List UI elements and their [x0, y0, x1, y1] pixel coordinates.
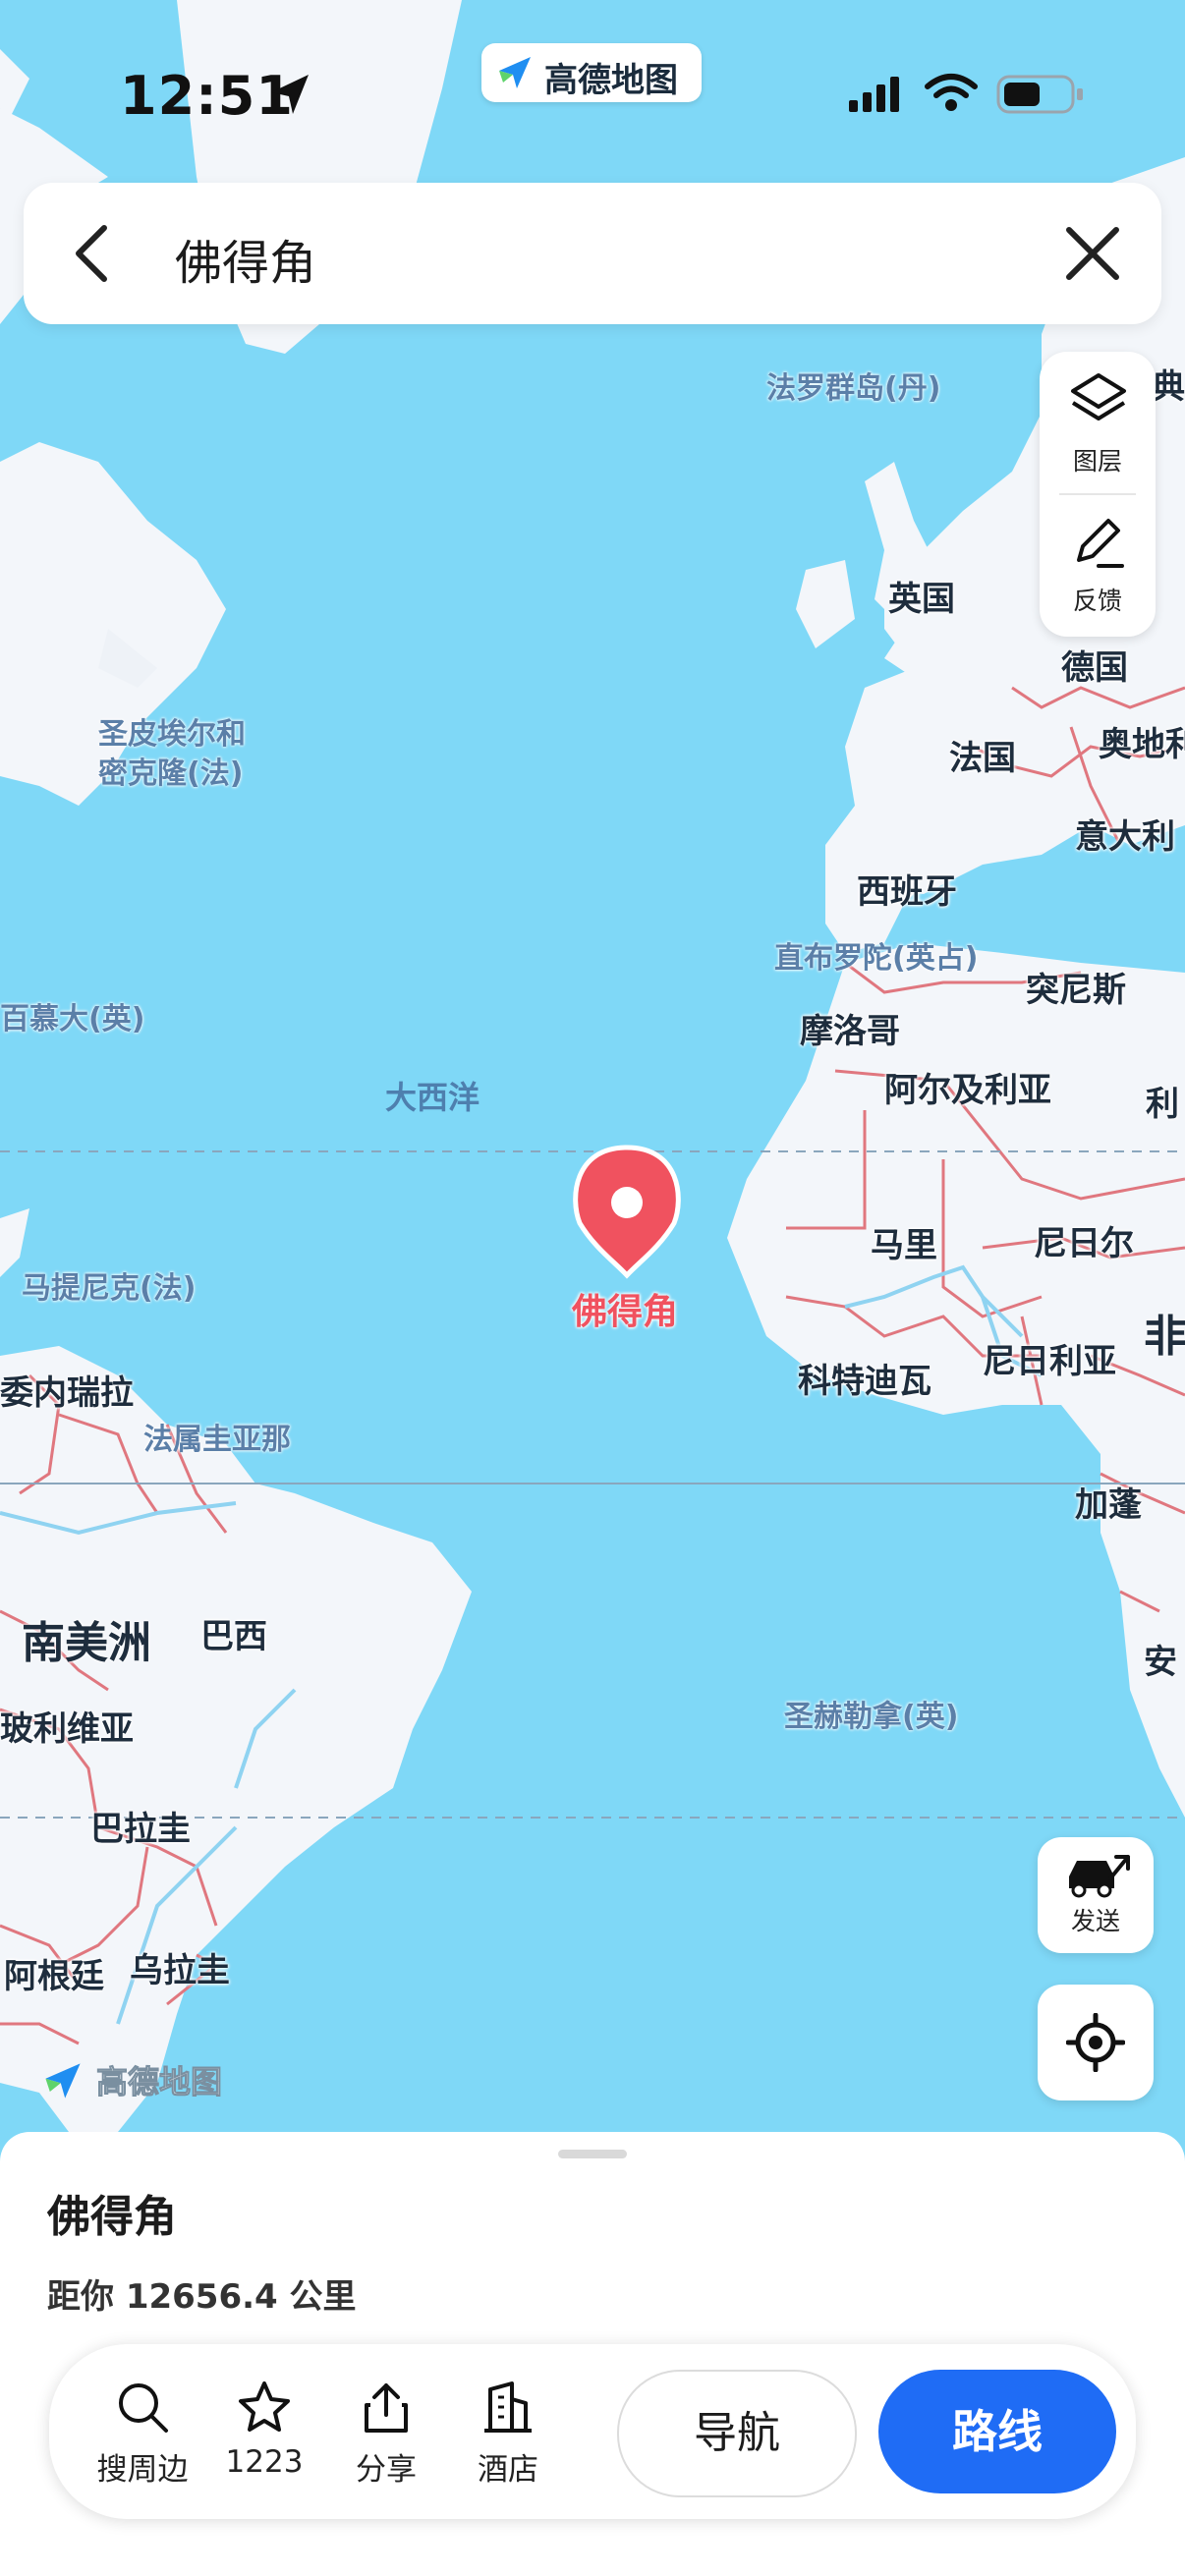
status-bar: 12:51 高德地图	[0, 0, 1185, 187]
layers-label: 图层	[1072, 447, 1122, 476]
map-label-angola: 安	[1144, 1643, 1177, 1682]
car-send-icon	[1069, 1855, 1130, 1898]
map-label-spain: 西班牙	[857, 872, 957, 912]
search-bar[interactable]: 佛得角	[24, 183, 1161, 324]
amap-watermark-icon	[45, 2063, 81, 2099]
map-label-mali: 马里	[871, 1226, 937, 1265]
app-pill-label: 高德地图	[544, 61, 678, 100]
search-query[interactable]: 佛得角	[175, 224, 316, 293]
map-label-france: 法国	[949, 739, 1016, 778]
search-icon	[119, 2383, 168, 2433]
battery-icon	[996, 75, 1083, 114]
map-label-uk: 英国	[888, 580, 955, 619]
wifi-icon	[925, 74, 978, 111]
map-watermark: 高德地图	[41, 2057, 257, 2102]
locate-icon	[1066, 2013, 1125, 2072]
map-label-libya: 利	[1146, 1085, 1179, 1124]
app-return-pill[interactable]: 高德地图	[481, 43, 702, 102]
map-label-africa: 非	[1144, 1312, 1185, 1362]
marker-label[interactable]: 佛得角	[572, 1283, 678, 1334]
map-label-venezuela: 委内瑞拉	[0, 1373, 134, 1413]
map-label-cote-divoire: 科特迪瓦	[798, 1362, 931, 1401]
map-label-bolivia: 玻利维亚	[0, 1709, 134, 1749]
share-icon	[365, 2383, 408, 2433]
map-label-sweden: 典	[1152, 367, 1185, 407]
location-arrow-icon	[271, 75, 309, 114]
map-label-italy: 意大利	[1075, 817, 1175, 857]
star-icon	[239, 2381, 290, 2432]
pencil-icon	[1077, 519, 1124, 568]
hotel-icon	[484, 2381, 532, 2433]
signal-icon	[849, 77, 899, 112]
map-label-tunisia: 突尼斯	[1026, 971, 1126, 1010]
map-label-french-guiana: 法属圭亚那	[143, 1423, 291, 1457]
send-to-car-button[interactable]: 发送	[1038, 1837, 1154, 1953]
watermark-text: 高德地图	[95, 2063, 223, 2101]
share-label: 分享	[356, 2452, 417, 2488]
map-label-gibraltar: 直布罗陀(英占)	[774, 941, 979, 976]
map-label-nigeria: 尼日利亚	[983, 1342, 1116, 1381]
map-label-atlantic: 大西洋	[385, 1079, 480, 1116]
map-label-spm: 圣皮埃尔和 密克隆(法)	[98, 717, 246, 791]
map-label-germany: 德国	[1061, 648, 1128, 688]
favorite-count: 1223	[225, 2444, 304, 2480]
map-label-algeria: 阿尔及利亚	[884, 1071, 1051, 1110]
map-label-austria: 奥地利	[1099, 725, 1185, 764]
locate-button[interactable]	[1038, 1985, 1154, 2100]
place-name: 佛得角	[47, 2192, 177, 2242]
feedback-button[interactable]: 反馈	[1040, 497, 1156, 635]
map-label-argentina: 阿根廷	[4, 1957, 104, 1996]
map-label-paraguay: 巴拉圭	[90, 1810, 191, 1849]
share-button[interactable]: 分享	[332, 2374, 440, 2492]
map-label-uruguay: 乌拉圭	[130, 1951, 230, 1990]
tool-divider	[1059, 493, 1136, 495]
map-label-morocco: 摩洛哥	[800, 1012, 900, 1051]
map-label-bermuda: 百慕大(英)	[0, 1002, 145, 1036]
search-nearby-button[interactable]: 搜周边	[88, 2374, 197, 2492]
send-label: 发送	[1070, 1907, 1120, 1935]
layers-icon	[1071, 373, 1126, 420]
action-bar: 搜周边 1223 分享 酒店 导航 路线	[49, 2344, 1136, 2519]
map-label-niger: 尼日尔	[1034, 1224, 1134, 1263]
route-button[interactable]: 路线	[878, 2370, 1116, 2493]
chevron-left-icon[interactable]	[69, 222, 114, 285]
layers-button[interactable]: 图层	[1040, 352, 1156, 489]
map-label-south-america: 南美洲	[22, 1618, 151, 1668]
amap-logo-icon	[499, 57, 531, 88]
close-icon[interactable]	[1061, 222, 1124, 285]
feedback-label: 反馈	[1072, 587, 1122, 615]
map-label-gabon: 加蓬	[1075, 1485, 1142, 1525]
navigate-button[interactable]: 导航	[617, 2370, 857, 2497]
hotel-button[interactable]: 酒店	[454, 2374, 562, 2492]
sheet-drag-handle[interactable]	[558, 2150, 627, 2158]
map-label-st-helena: 圣赫勒拿(英)	[784, 1700, 959, 1734]
map-label-faroe: 法罗群岛(丹)	[766, 371, 941, 406]
search-nearby-label: 搜周边	[96, 2452, 189, 2488]
hotel-label: 酒店	[478, 2452, 538, 2488]
map-label-martinique: 马提尼克(法)	[22, 1271, 197, 1306]
map-label-brazil: 巴西	[200, 1617, 267, 1656]
map-tool-panel: 图层 反馈	[1040, 352, 1156, 637]
favorite-button[interactable]: 1223	[210, 2374, 318, 2492]
place-distance: 距你 12656.4 公里	[47, 2277, 357, 2317]
